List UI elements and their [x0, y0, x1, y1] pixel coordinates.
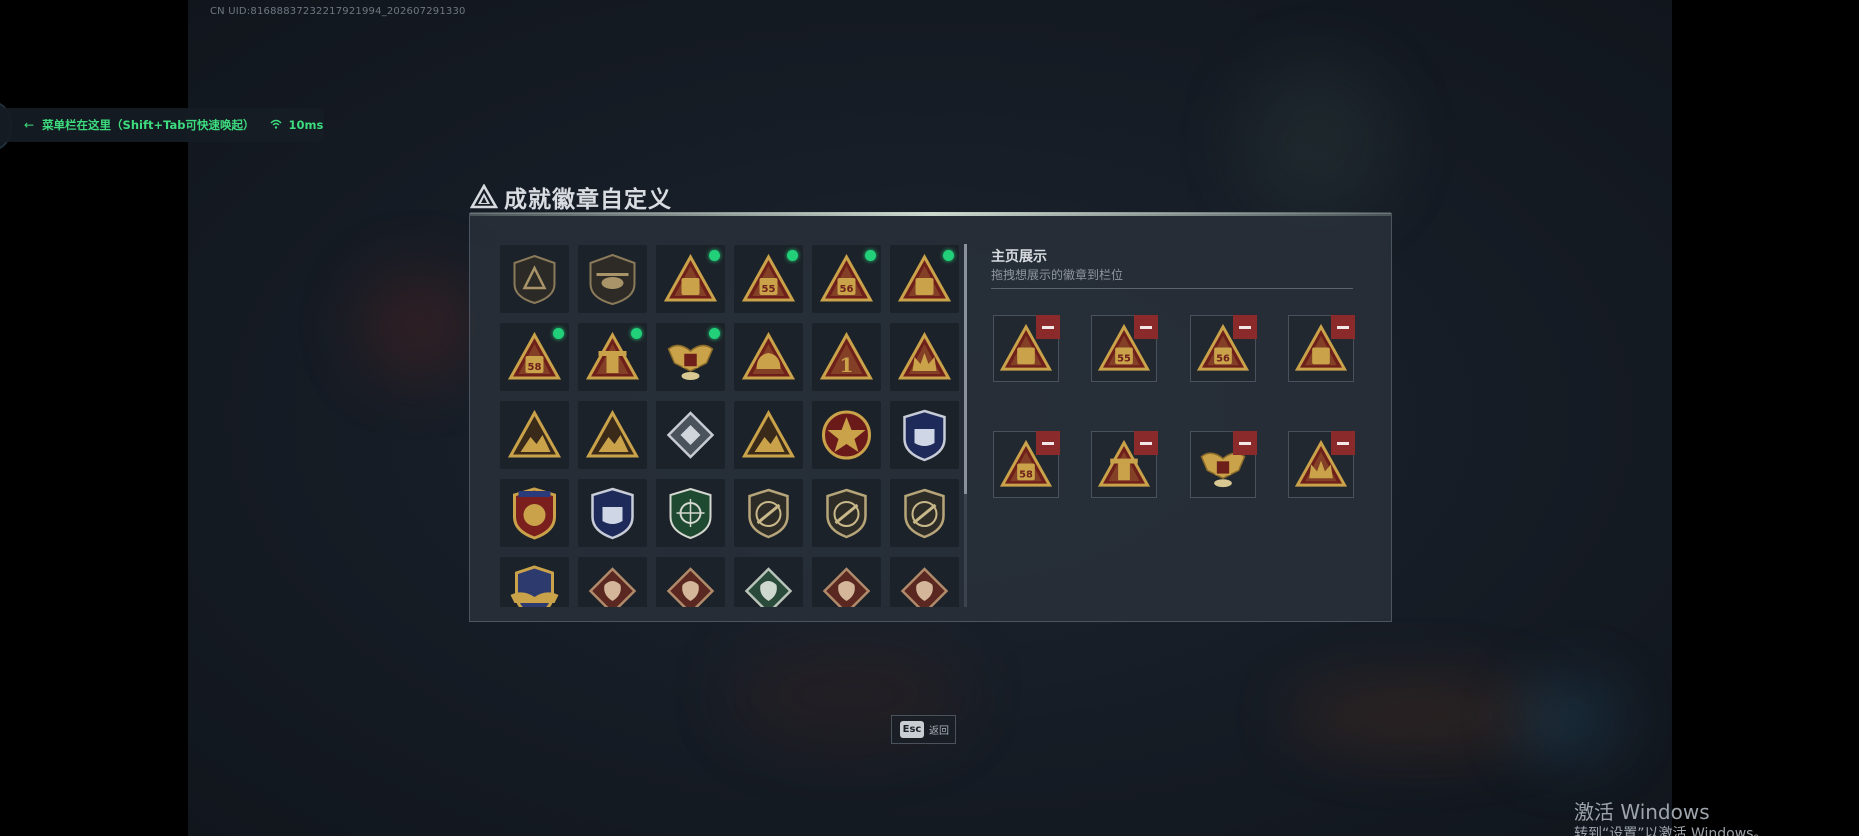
svg-text:56: 56: [1216, 353, 1230, 364]
badge-cell[interactable]: [890, 479, 959, 547]
badge-cell[interactable]: [812, 401, 881, 469]
badge-cell[interactable]: 56: [812, 245, 881, 313]
badge-cell[interactable]: [500, 479, 569, 547]
badge-grid[interactable]: 55 56 58 1: [500, 245, 960, 607]
svg-text:58: 58: [1019, 469, 1033, 480]
badge-cell[interactable]: [890, 323, 959, 391]
badge-cell[interactable]: [500, 401, 569, 469]
badge-cell[interactable]: [578, 245, 647, 313]
new-badge-dot: [943, 250, 954, 261]
svg-text:1: 1: [840, 353, 854, 377]
remove-badge-button[interactable]: [1134, 315, 1158, 339]
minus-icon: [1337, 441, 1349, 445]
triangle-emblem-icon: [470, 184, 498, 209]
svg-text:55: 55: [1117, 353, 1131, 364]
showcase-slot[interactable]: [993, 315, 1060, 382]
arrow-left-icon: ←: [24, 118, 35, 132]
showcase-slot[interactable]: 55: [1091, 315, 1158, 382]
badge-cell[interactable]: 55: [734, 245, 803, 313]
background-glow: [1238, 60, 1398, 220]
panel-highlight-line: [470, 212, 1391, 216]
ping-value: 10ms: [288, 118, 324, 132]
badge-cell[interactable]: [734, 401, 803, 469]
badge-cell[interactable]: [578, 401, 647, 469]
badge-customize-panel: 55 56 58 1 主页展示 拖拽想展示的徽章到栏位 55 56 58: [469, 212, 1392, 622]
remove-badge-button[interactable]: [1134, 431, 1158, 455]
screen: CN UID:816888372322179219­94_20260729133…: [0, 0, 1859, 836]
badge-cell[interactable]: [656, 401, 725, 469]
page-title: 成就徽章自定义: [504, 187, 672, 213]
minus-icon: [1239, 325, 1251, 329]
minus-icon: [1239, 441, 1251, 445]
badge-cell[interactable]: [500, 245, 569, 313]
badge-cell[interactable]: [890, 401, 959, 469]
background-glow: [1518, 680, 1618, 760]
badge-cell[interactable]: [656, 323, 725, 391]
page-header: 成就徽章自定义: [470, 180, 672, 214]
showcase-subtitle: 拖拽想展示的徽章到栏位: [991, 268, 1124, 282]
new-badge-dot: [631, 328, 642, 339]
showcase-slot[interactable]: [1091, 431, 1158, 498]
remove-badge-button[interactable]: [1036, 431, 1060, 455]
badge-grid-scrollbar[interactable]: [964, 244, 967, 607]
badge-cell[interactable]: [656, 245, 725, 313]
badge-cell[interactable]: [890, 557, 959, 607]
activation-watermark-subtitle: 转到“设置”以激活 Windows。: [1574, 826, 1768, 836]
badge-cell[interactable]: 58: [500, 323, 569, 391]
minus-icon: [1140, 325, 1152, 329]
svg-text:56: 56: [840, 284, 854, 295]
wifi-icon: [270, 119, 282, 132]
badge-cell[interactable]: [500, 557, 569, 607]
showcase-slot[interactable]: 58: [993, 431, 1060, 498]
badge-cell[interactable]: [656, 557, 725, 607]
badge-cell[interactable]: [578, 479, 647, 547]
remove-badge-button[interactable]: [1331, 315, 1355, 339]
esc-key: Esc: [900, 721, 924, 738]
overlay-message: 菜单栏在这里（Shift+Tab可快速唤起）: [42, 118, 255, 132]
showcase-title: 主页展示: [991, 249, 1047, 265]
new-badge-dot: [865, 250, 876, 261]
background-glow: [358, 270, 478, 380]
minus-icon: [1042, 325, 1054, 329]
new-badge-dot: [553, 328, 564, 339]
showcase-slot[interactable]: [1288, 315, 1355, 382]
activation-watermark-title: 激活 Windows: [1574, 800, 1710, 824]
scrollbar-thumb[interactable]: [964, 244, 967, 494]
showcase-slot[interactable]: [1190, 431, 1257, 498]
new-badge-dot: [787, 250, 798, 261]
showcase-slot[interactable]: [1288, 431, 1355, 498]
overlay-menu-bar[interactable]: ← 菜单栏在这里（Shift+Tab可快速唤起） 10ms: [0, 108, 324, 142]
badge-cell[interactable]: [734, 479, 803, 547]
badge-cell[interactable]: [812, 557, 881, 607]
background-glow: [1288, 680, 1548, 750]
back-button[interactable]: Esc 返回: [891, 715, 956, 744]
remove-badge-button[interactable]: [1233, 315, 1257, 339]
showcase-divider: [991, 288, 1353, 289]
remove-badge-button[interactable]: [1233, 431, 1257, 455]
svg-text:58: 58: [528, 362, 542, 373]
remove-badge-button[interactable]: [1036, 315, 1060, 339]
badge-cell[interactable]: [734, 323, 803, 391]
badge-cell[interactable]: [812, 479, 881, 547]
new-badge-dot: [709, 328, 720, 339]
badge-cell[interactable]: 1: [812, 323, 881, 391]
minus-icon: [1337, 325, 1349, 329]
back-label: 返回: [929, 726, 949, 737]
svg-text:55: 55: [762, 284, 776, 295]
badge-cell[interactable]: [578, 323, 647, 391]
badge-cell[interactable]: [578, 557, 647, 607]
badge-cell[interactable]: [734, 557, 803, 607]
new-badge-dot: [709, 250, 720, 261]
minus-icon: [1042, 441, 1054, 445]
showcase-slot[interactable]: 56: [1190, 315, 1257, 382]
badge-cell[interactable]: [890, 245, 959, 313]
minus-icon: [1140, 441, 1152, 445]
uid-text: CN UID:816888372322179219­94_20260729133…: [210, 6, 466, 17]
remove-badge-button[interactable]: [1331, 431, 1355, 455]
badge-cell[interactable]: [656, 479, 725, 547]
